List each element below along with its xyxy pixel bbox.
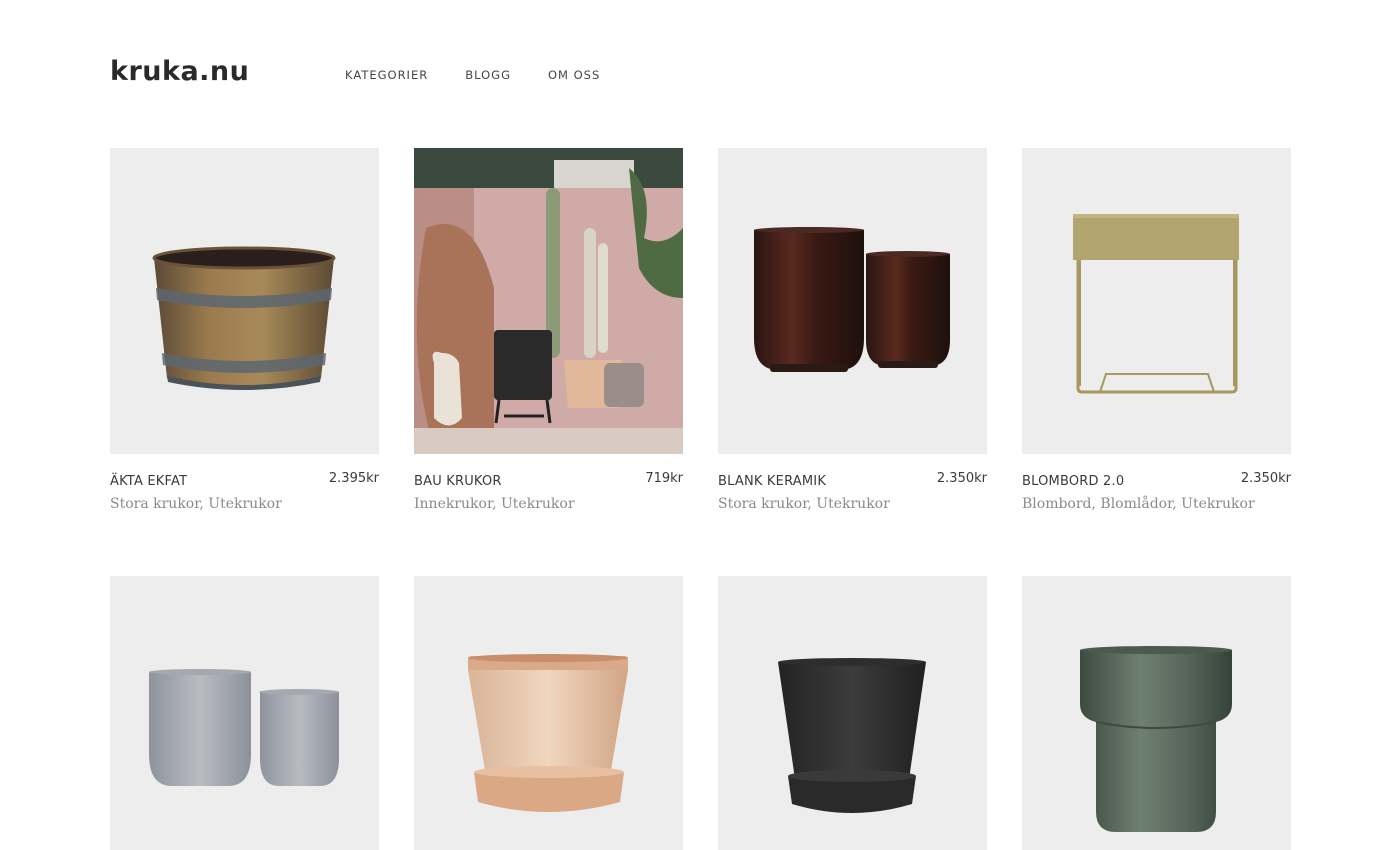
product-card[interactable] [1022, 576, 1291, 850]
nav-link-om-oss[interactable]: OM OSS [548, 68, 600, 82]
product-card[interactable]: BLOMBORD 2.0 2.350kr Blombord, Blomlådor… [1022, 148, 1291, 514]
product-image-grey-pots[interactable] [110, 576, 379, 850]
site-logo[interactable]: kruka.nu [110, 56, 249, 87]
product-info: BLANK KERAMIK 2.350kr Stora krukor, Utek… [718, 454, 987, 514]
product-card[interactable]: ÄKTA EKFAT 2.395kr Stora krukor, Utekruk… [110, 148, 379, 514]
product-image-oak-barrel[interactable] [110, 148, 379, 454]
product-image-terracotta-pot[interactable] [414, 576, 683, 850]
product-name[interactable]: ÄKTA EKFAT [110, 474, 187, 489]
product-categories: Stora krukor, Utekrukor [718, 496, 890, 512]
product-categories: Stora krukor, Utekrukor [110, 496, 282, 512]
product-name[interactable]: BLOMBORD 2.0 [1022, 474, 1124, 489]
product-name[interactable]: BLANK KERAMIK [718, 474, 826, 489]
product-categories: Blombord, Blomlådor, Utekrukor [1022, 496, 1255, 512]
product-image-bau-krukor[interactable] [414, 148, 683, 454]
product-info: ÄKTA EKFAT 2.395kr Stora krukor, Utekruk… [110, 454, 379, 514]
site-header: kruka.nu KATEGORIER BLOGG OM OSS [110, 56, 1290, 96]
product-card[interactable] [110, 576, 379, 850]
product-price: 719kr [645, 471, 683, 486]
product-info: BLOMBORD 2.0 2.350kr Blombord, Blomlådor… [1022, 454, 1291, 514]
product-price: 2.395kr [328, 471, 379, 486]
product-price: 2.350kr [936, 471, 987, 486]
product-image-blank-keramik[interactable] [718, 148, 987, 454]
main-nav: KATEGORIER BLOGG OM OSS [345, 68, 600, 82]
product-card[interactable] [414, 576, 683, 850]
product-image-blombord[interactable] [1022, 148, 1291, 454]
product-name[interactable]: BAU KRUKOR [414, 474, 502, 489]
product-info: BAU KRUKOR 719kr Innekrukor, Utekrukor [414, 454, 683, 514]
product-card[interactable] [718, 576, 987, 850]
product-categories: Innekrukor, Utekrukor [414, 496, 575, 512]
product-image-green-pot[interactable] [1022, 576, 1291, 850]
nav-link-blogg[interactable]: BLOGG [465, 68, 511, 82]
product-card[interactable]: BAU KRUKOR 719kr Innekrukor, Utekrukor [414, 148, 683, 514]
product-price: 2.350kr [1240, 471, 1291, 486]
product-image-black-pot[interactable] [718, 576, 987, 850]
nav-link-kategorier[interactable]: KATEGORIER [345, 68, 428, 82]
product-card[interactable]: BLANK KERAMIK 2.350kr Stora krukor, Utek… [718, 148, 987, 514]
